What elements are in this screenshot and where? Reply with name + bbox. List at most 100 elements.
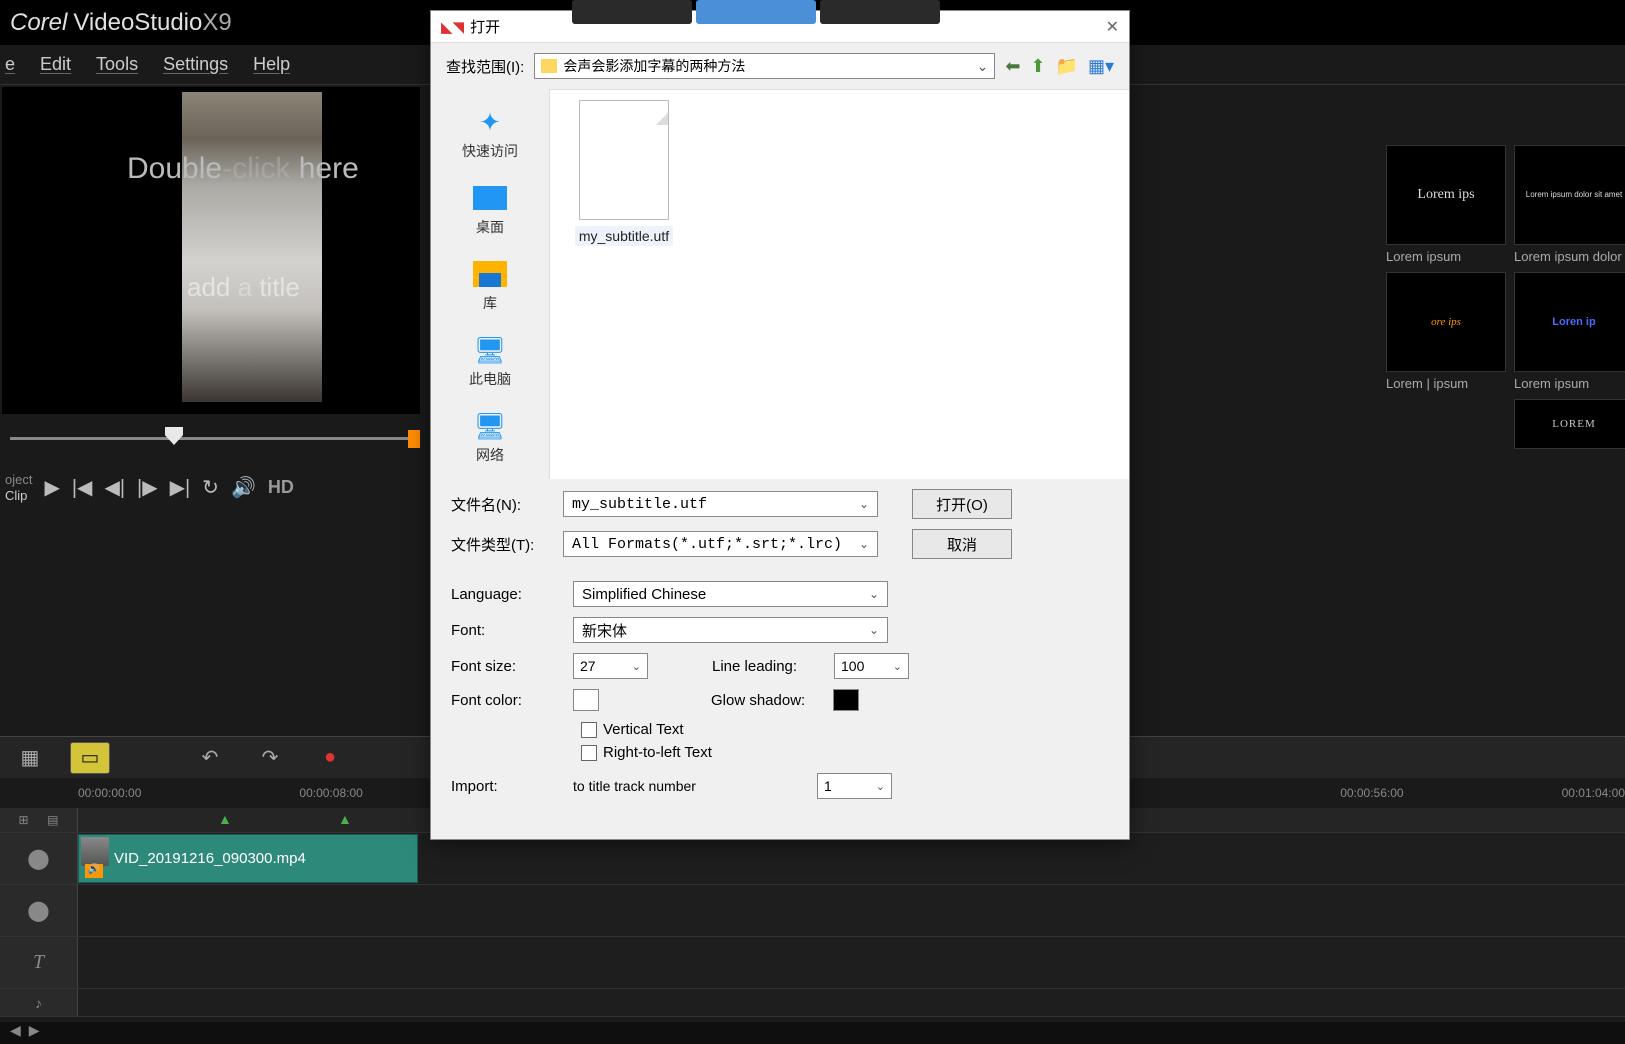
tab-capture[interactable] (572, 0, 692, 24)
audio-indicator-icon: 🔊 (85, 864, 103, 878)
mode-clip[interactable]: Clip (5, 488, 32, 504)
folder-icon (541, 59, 557, 73)
timeline-view-icon[interactable]: ▭ (70, 742, 110, 774)
folder-name: 会声会影添加字幕的两种方法 (563, 56, 745, 76)
document-icon (579, 100, 669, 220)
marker-icon: ▲ (218, 811, 232, 827)
video-track-icon[interactable]: ⬤ (0, 833, 78, 884)
place-library[interactable]: 库 (431, 251, 549, 327)
cancel-button[interactable]: 取消 (912, 529, 1012, 559)
hd-toggle[interactable]: HD (268, 477, 294, 498)
chevron-down-icon: ⌄ (869, 587, 879, 601)
preview-scrubber[interactable] (5, 419, 420, 459)
folder-combo[interactable]: 会声会影添加字幕的两种方法 ⌄ (534, 53, 995, 79)
library-grid: Lorem ips Lorem ipsum Lorem ipsum dolor … (1130, 145, 1620, 449)
undo-icon[interactable]: ↶ (190, 742, 230, 774)
menu-file[interactable]: e (5, 54, 15, 75)
play-icon[interactable]: ▶ (44, 475, 59, 500)
place-quickaccess[interactable]: ✦ 快速访问 (431, 99, 549, 175)
chevron-down-icon: ⌄ (869, 623, 879, 637)
title-track[interactable]: T (0, 937, 1625, 989)
menu-edit[interactable]: Edit (40, 54, 71, 75)
lib-item[interactable]: Lorem ipsum dolor sit amet Lorem ipsum d… (1514, 145, 1625, 264)
clip-thumbnail (81, 837, 109, 866)
menu-help[interactable]: Help (253, 54, 290, 75)
filename-input[interactable]: my_subtitle.utf ⌄ (563, 491, 878, 517)
storyboard-view-icon[interactable]: ▦ (10, 742, 50, 774)
scrub-track (10, 437, 415, 440)
font-color-swatch[interactable] (573, 689, 599, 711)
menu-settings[interactable]: Settings (163, 54, 228, 75)
chevron-down-icon: ⌄ (893, 660, 902, 673)
nav-right-icon[interactable]: ▶ (29, 1022, 40, 1039)
places-sidebar: ✦ 快速访问 桌面 库 🖥 此电脑 🖥 网络 (431, 89, 549, 479)
audio-track-icon[interactable]: ♪ (0, 989, 78, 1016)
preview-viewport[interactable]: Double-click here add a title (2, 87, 420, 414)
scope-label: 查找范围(I): (446, 56, 524, 77)
font-select[interactable]: 新宋体 ⌄ (573, 617, 888, 643)
desktop-icon (472, 183, 508, 213)
font-label: Font: (451, 622, 561, 639)
preview-overlay-1: Double-click here (127, 152, 359, 186)
mode-project[interactable]: oject (5, 472, 32, 488)
font-size-select[interactable]: 27 ⌄ (573, 653, 648, 679)
video-track[interactable]: ⬤ VID_20191216_090300.mp4 🔊 (0, 833, 1625, 885)
step-fwd-icon[interactable]: |▶ (137, 475, 158, 500)
vertical-text-checkbox[interactable] (581, 722, 597, 738)
nav-left-icon[interactable]: ◀ (10, 1022, 21, 1039)
next-icon[interactable]: ▶| (170, 475, 191, 500)
file-item[interactable]: my_subtitle.utf (560, 100, 688, 246)
dialog-form: 文件名(N): my_subtitle.utf ⌄ 打开(O) 文件类型(T):… (431, 479, 1129, 799)
chevron-down-icon: ⌄ (876, 780, 885, 793)
tab-share[interactable] (820, 0, 940, 24)
place-network[interactable]: 🖥 网络 (431, 403, 549, 479)
track-settings-icon[interactable]: ▤ (47, 813, 58, 827)
title-track-icon[interactable]: T (0, 937, 78, 988)
step-back-icon[interactable]: ◀| (104, 475, 125, 500)
back-icon[interactable]: ⬅ (1005, 56, 1020, 77)
quickaccess-icon: ✦ (472, 107, 508, 137)
track-add-icon[interactable]: ⊞ (19, 813, 29, 827)
place-thispc[interactable]: 🖥 此电脑 (431, 327, 549, 403)
computer-icon: 🖥 (472, 335, 508, 365)
preview-thumbnail (182, 92, 322, 402)
rtl-text-checkbox[interactable] (581, 745, 597, 761)
view-menu-icon[interactable]: ▦▾ (1088, 56, 1114, 77)
font-color-label: Font color: (451, 692, 561, 709)
overlay-track-icon[interactable]: ⬤ (0, 885, 78, 936)
chevron-down-icon: ⌄ (632, 660, 641, 673)
scrub-handle[interactable] (165, 427, 183, 445)
new-folder-icon[interactable]: 📁 (1056, 56, 1078, 77)
redo-icon[interactable]: ↷ (250, 742, 290, 774)
loop-icon[interactable]: ↻ (202, 475, 219, 500)
dialog-title: 打开 (470, 16, 500, 37)
scrub-end-marker[interactable] (408, 430, 420, 448)
lib-item[interactable]: LOREM (1514, 399, 1625, 449)
audio-track[interactable]: ♪ (0, 989, 1625, 1017)
prev-icon[interactable]: |◀ (72, 475, 93, 500)
brand-name: VideoStudio (73, 9, 202, 37)
open-button[interactable]: 打开(O) (912, 489, 1012, 519)
app-icon: ◣◥ (441, 18, 464, 36)
up-icon[interactable]: ⬆ (1030, 56, 1045, 77)
menu-tools[interactable]: Tools (96, 54, 138, 75)
place-desktop[interactable]: 桌面 (431, 175, 549, 251)
import-track-select[interactable]: 1 ⌄ (817, 773, 892, 799)
lib-item[interactable]: ore ips Lorem | ipsum (1386, 272, 1506, 391)
overlay-track[interactable]: ⬤ (0, 885, 1625, 937)
glow-shadow-label: Glow shadow: (711, 692, 821, 709)
record-icon[interactable]: ● (310, 742, 350, 774)
tab-edit[interactable] (696, 0, 816, 24)
lib-item[interactable]: Loren ip Lorem ipsum (1514, 272, 1625, 391)
lib-item[interactable]: Lorem ips Lorem ipsum (1386, 145, 1506, 264)
close-icon[interactable]: ✕ (1106, 17, 1119, 37)
language-select[interactable]: Simplified Chinese ⌄ (573, 581, 888, 607)
filetype-select[interactable]: All Formats(*.utf;*.srt;*.lrc) ⌄ (563, 531, 878, 557)
file-list[interactable]: my_subtitle.utf (549, 89, 1129, 479)
line-leading-select[interactable]: 100 ⌄ (834, 653, 909, 679)
glow-color-swatch[interactable] (833, 689, 859, 711)
video-clip[interactable]: VID_20191216_090300.mp4 🔊 (78, 834, 418, 883)
language-label: Language: (451, 586, 561, 603)
chevron-down-icon: ⌄ (859, 537, 869, 552)
volume-icon[interactable]: 🔊 (231, 475, 256, 500)
